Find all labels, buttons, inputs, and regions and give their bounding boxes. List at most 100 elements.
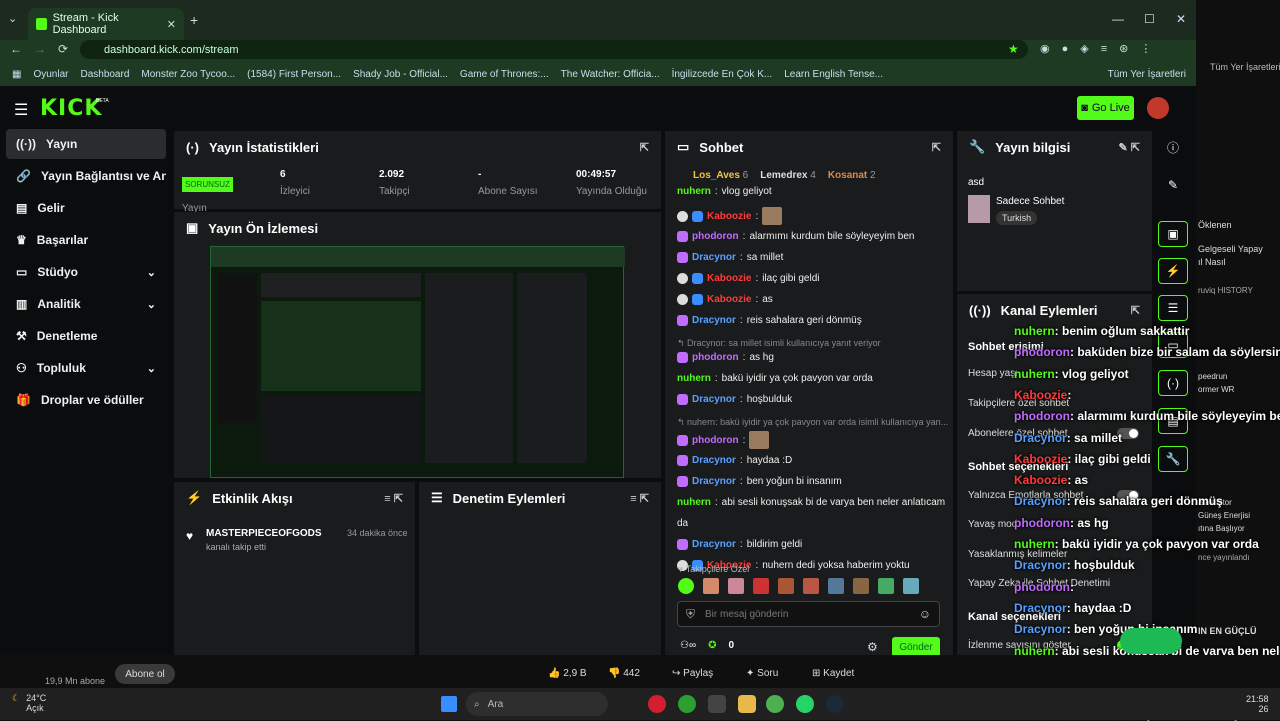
apps-icon[interactable]: ▦ xyxy=(12,69,21,80)
chat-settings-icon[interactable]: ⚙ xyxy=(867,640,878,654)
bookmark-item[interactable]: Shady Job - Official... xyxy=(353,69,448,80)
chat-username[interactable]: phodoron xyxy=(692,435,739,446)
yt-subscribe-button[interactable]: Abone ol xyxy=(115,664,175,684)
new-tab-button[interactable]: + xyxy=(190,12,198,28)
sidebar-item-baglanti[interactable]: 🔗Yayın Bağlantısı ve Anahtarı xyxy=(6,161,166,191)
extension-icons[interactable]: ◉●◈≡⊛⋮ xyxy=(1040,42,1163,55)
close-window-button[interactable]: ✕ xyxy=(1176,12,1186,26)
wrench-toggle-icon[interactable]: 🔧 xyxy=(1158,446,1188,472)
browser-tab[interactable]: Stream - Kick Dashboard ✕ xyxy=(28,8,184,40)
chat-username[interactable]: nuhern xyxy=(677,373,711,384)
chat-username[interactable]: Dracynor xyxy=(692,394,736,405)
chat-message[interactable]: Dracynor: reis sahalara geri dönmüş xyxy=(677,315,862,326)
tab-list-icon[interactable]: ⌄ xyxy=(8,12,22,26)
menu-icon[interactable]: ☰ xyxy=(14,100,28,120)
broadcast-toggle-icon[interactable]: (·) xyxy=(1158,370,1188,396)
back-icon[interactable]: ← xyxy=(10,42,22,56)
chat-username[interactable]: nuhern xyxy=(677,186,711,197)
chat-username[interactable]: Kaboozie xyxy=(707,294,751,305)
bookmark-item[interactable]: Monster Zoo Tycoo... xyxy=(141,69,235,80)
chat-message[interactable]: phodoron: as hg xyxy=(677,352,774,363)
lightning-toggle-icon[interactable]: ⚡ xyxy=(1158,258,1188,284)
filter-icon[interactable]: ≡ ⇱ xyxy=(384,492,403,505)
steam-icon[interactable] xyxy=(826,695,844,713)
bookmark-item[interactable]: (1584) First Person... xyxy=(247,69,341,80)
minimize-button[interactable]: — xyxy=(1112,12,1124,26)
chat-username[interactable]: Dracynor xyxy=(692,539,736,550)
reload-icon[interactable]: ⟳ xyxy=(58,42,68,56)
bookmark-item[interactable]: Learn English Tense... xyxy=(784,69,883,80)
chat-username[interactable]: Dracynor xyxy=(692,455,736,466)
chat-message[interactable]: nuhern: bakü iyidir ya çok pavyon var ord… xyxy=(677,373,873,384)
bookmark-item[interactable]: Game of Thrones:... xyxy=(460,69,549,80)
chat-message[interactable]: Dracynor: hoşbulduk xyxy=(677,394,792,405)
preview-toggle-icon[interactable]: ▣ xyxy=(1158,221,1188,247)
stream-preview-video[interactable] xyxy=(210,246,625,478)
weather-widget[interactable]: ☾ 24°C Açık xyxy=(12,693,46,713)
sidebar-item-basarilar[interactable]: ♛ Başarılar xyxy=(6,225,166,255)
bookmark-item[interactable]: Oyunlar xyxy=(33,69,68,80)
expand-icon[interactable]: ⇱ xyxy=(932,141,941,154)
chat-message[interactable]: Dracynor: ben yoğun bi insanım xyxy=(677,476,842,487)
sidebar-item-studyo[interactable]: ▭ Stüdyo ⌄ xyxy=(6,257,166,287)
whatsapp-icon[interactable] xyxy=(796,695,814,713)
edit-icon[interactable]: ✎ xyxy=(1158,172,1188,198)
close-tab-icon[interactable]: ✕ xyxy=(167,18,176,31)
chat-message[interactable]: Kaboozie: as xyxy=(677,294,773,305)
chat-message[interactable]: phodoron: alarmımı kurdum bile söyleyeyim… xyxy=(677,231,915,242)
emoji-icon[interactable]: ☺ xyxy=(919,607,931,621)
taskbar-search[interactable]: ⌕ Ara xyxy=(466,692,608,716)
sidebar-item-gelir[interactable]: ▤ Gelir xyxy=(6,193,166,223)
chat-message[interactable]: phodoron: xyxy=(677,431,773,449)
chat-message[interactable]: Dracynor: bildirim geldi xyxy=(677,539,802,550)
points-display[interactable]: ⚇∞ ✪ 0 xyxy=(680,640,734,651)
sidebar-item-droplar[interactable]: 🎁 Droplar ve ödüller xyxy=(6,385,166,415)
bookmark-item[interactable]: The Watcher: Officia... xyxy=(561,69,660,80)
bookmark-star-icon[interactable]: ★ xyxy=(1008,42,1019,56)
clock[interactable]: 21:58 26 xyxy=(1246,694,1269,714)
yt-ask-button[interactable]: ✦ Soru xyxy=(746,668,778,679)
app-icon[interactable] xyxy=(708,695,726,713)
chat-username[interactable]: Dracynor xyxy=(692,315,736,326)
slow-mode-setting[interactable]: Yavaş mod xyxy=(968,519,1017,530)
all-bookmarks[interactable]: Tüm Yer İşaretleri xyxy=(1108,69,1196,80)
chat-username[interactable]: Kaboozie xyxy=(707,211,751,222)
chat-input[interactable]: ⛨ Bir mesaj gönderin ☺ xyxy=(677,601,940,627)
chat-username[interactable]: Dracynor xyxy=(692,476,736,487)
expand-icon[interactable]: ⇱ xyxy=(1131,304,1140,317)
account-age-setting[interactable]: Hesap yaşı xyxy=(968,368,1018,379)
go-live-button[interactable]: ◙ Go Live xyxy=(1077,96,1134,120)
sidebar-item-analitik[interactable]: ▥ Analitik ⌄ xyxy=(6,289,166,319)
url-field[interactable]: dashboard.kick.com/stream xyxy=(80,40,1028,59)
expand-icon[interactable]: ⇱ xyxy=(640,141,649,154)
chat-username[interactable]: phodoron xyxy=(692,352,739,363)
forward-icon[interactable]: → xyxy=(34,42,46,56)
opera-icon[interactable] xyxy=(648,695,666,713)
filter-icon[interactable]: ≡ ⇱ xyxy=(630,492,649,505)
yt-share-button[interactable]: ↪ Paylaş xyxy=(672,668,713,679)
chat-message[interactable]: Kaboozie: xyxy=(677,207,786,225)
sidebar-item-topluluk[interactable]: ⚇ Topluluk ⌄ xyxy=(6,353,166,383)
bookmark-item[interactable]: İngilizcede En Çok K... xyxy=(672,69,773,80)
bookmark-item[interactable]: Dashboard xyxy=(80,69,129,80)
avatar[interactable] xyxy=(1147,97,1169,119)
info-icon[interactable]: ⓘ xyxy=(1158,134,1188,160)
chrome-icon[interactable] xyxy=(766,695,784,713)
kick-logo[interactable]: KICK xyxy=(40,96,102,121)
chat-message[interactable]: nuhern: abi sesli konuşsak bi de varya be… xyxy=(677,497,945,508)
chat-message[interactable]: nuhern: vlog geliyot xyxy=(677,186,772,197)
chat-username[interactable]: phodoron xyxy=(692,231,739,242)
files-icon[interactable] xyxy=(738,695,756,713)
list-toggle-icon[interactable]: ☰ xyxy=(1158,295,1188,321)
yt-like-button[interactable]: 👍 2,9 B xyxy=(548,668,587,679)
start-button[interactable] xyxy=(441,696,457,712)
edit-icon[interactable]: ✎ ⇱ xyxy=(1119,141,1141,154)
chat-username[interactable]: Kaboozie xyxy=(707,273,751,284)
chat-message[interactable]: Dracynor: sa millet xyxy=(677,252,783,263)
xbox-icon[interactable] xyxy=(678,695,696,713)
chat-username[interactable]: Dracynor xyxy=(692,252,736,263)
yt-save-button[interactable]: ⊞ Kaydet xyxy=(812,668,854,679)
chat-message[interactable]: Dracynor: haydaa :D xyxy=(677,455,792,466)
yt-dislike-button[interactable]: 👎 442 xyxy=(608,668,640,679)
chat-username[interactable]: nuhern xyxy=(677,497,711,508)
